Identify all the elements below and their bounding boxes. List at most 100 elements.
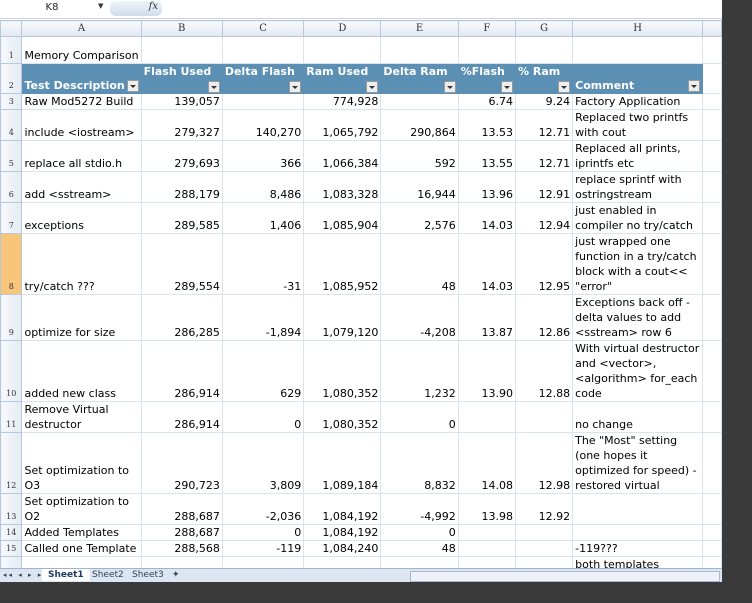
empty-cell[interactable] [702, 401, 722, 433]
row-header-12[interactable]: 12 [0, 432, 23, 494]
table-cell[interactable]: Set optimization to O3 [21, 432, 142, 494]
filter-dropdown-icon[interactable] [501, 81, 514, 93]
empty-cell[interactable] [702, 294, 722, 341]
empty-cell[interactable] [702, 432, 722, 494]
column-header-a[interactable]: A [21, 20, 142, 37]
table-cell[interactable]: 1,084,192 [303, 493, 382, 525]
empty-cell[interactable] [702, 140, 722, 172]
filter-dropdown-icon[interactable] [443, 81, 456, 93]
column-header-h[interactable]: H [572, 20, 704, 37]
table-cell[interactable]: -119??? [572, 540, 704, 557]
insert-sheet-icon[interactable]: ✦ [166, 569, 186, 581]
empty-cell[interactable] [303, 36, 382, 64]
empty-cell[interactable] [515, 36, 574, 64]
table-cell[interactable] [572, 524, 704, 541]
table-cell[interactable]: 13.87 [457, 294, 517, 341]
table-cell[interactable]: 286,914 [140, 401, 223, 433]
filter-dropdown-icon[interactable] [126, 80, 139, 92]
table-cell[interactable]: 774,928 [303, 93, 382, 110]
row-header-7[interactable]: 7 [0, 202, 23, 234]
table-cell[interactable]: 1,406 [221, 202, 305, 234]
empty-cell[interactable] [702, 540, 722, 557]
sheet-tab-3[interactable]: Sheet3 [126, 569, 170, 581]
filter-dropdown-icon[interactable] [688, 80, 701, 92]
table-cell[interactable]: 2,576 [380, 202, 459, 234]
row-header-11[interactable]: 11 [0, 401, 23, 433]
table-cell[interactable]: 6.74 [457, 93, 517, 110]
table-cell[interactable]: Replaced two printfs with cout [572, 109, 704, 141]
table-cell[interactable]: -4,208 [380, 294, 459, 341]
table-cell[interactable] [457, 540, 517, 557]
table-header-cell[interactable]: Test Description [21, 63, 142, 94]
table-cell[interactable]: 13.90 [457, 340, 517, 402]
table-cell[interactable]: 12.98 [515, 432, 574, 494]
table-cell[interactable]: 288,687 [140, 524, 223, 541]
row-header-2[interactable]: 2 [0, 63, 23, 94]
empty-cell[interactable] [457, 36, 517, 64]
table-cell[interactable] [380, 93, 459, 110]
table-cell[interactable]: 289,554 [140, 233, 223, 295]
filter-dropdown-icon[interactable] [366, 81, 379, 93]
name-box[interactable]: K8 [2, 2, 102, 15]
table-cell[interactable]: just enabled in compiler no try/catch [572, 202, 704, 234]
table-cell[interactable]: replace all stdio.h [21, 140, 142, 172]
table-cell[interactable] [515, 524, 574, 541]
table-cell[interactable] [221, 93, 305, 110]
table-cell[interactable]: 13.55 [457, 140, 517, 172]
row-header-15[interactable]: 15 [0, 540, 23, 557]
table-cell[interactable]: 1,085,952 [303, 233, 382, 295]
table-cell[interactable]: replace sprintf with ostringstream [572, 171, 704, 203]
table-cell[interactable]: 48 [380, 233, 459, 295]
table-cell[interactable]: 288,179 [140, 171, 223, 203]
insert-function-button[interactable]: fx [110, 1, 162, 16]
row-header-1[interactable]: 1 [0, 36, 23, 64]
table-cell[interactable]: exceptions [21, 202, 142, 234]
horizontal-scrollbar[interactable] [410, 571, 720, 582]
empty-cell[interactable] [702, 340, 722, 402]
row-header-9[interactable]: 9 [0, 294, 23, 341]
sheet-tab-1[interactable]: Sheet1 [42, 569, 90, 581]
empty-cell[interactable] [702, 171, 722, 203]
table-cell[interactable]: -4,992 [380, 493, 459, 525]
table-cell[interactable]: 12.86 [515, 294, 574, 341]
column-header-e[interactable]: E [380, 20, 459, 37]
table-cell[interactable]: Added Templates [21, 524, 142, 541]
table-cell[interactable]: 279,693 [140, 140, 223, 172]
table-cell[interactable]: Replaced all prints, iprintfs etc [572, 140, 704, 172]
table-cell[interactable]: -119 [221, 540, 305, 557]
table-cell[interactable]: 12.71 [515, 140, 574, 172]
table-cell[interactable]: 1,085,904 [303, 202, 382, 234]
table-cell[interactable] [515, 401, 574, 433]
table-cell[interactable]: The "Most" setting (one hopes it optimiz… [572, 432, 704, 494]
filter-dropdown-icon[interactable] [558, 81, 571, 93]
empty-cell[interactable] [702, 233, 722, 295]
column-header-g[interactable]: G [515, 20, 574, 37]
table-cell[interactable]: 279,327 [140, 109, 223, 141]
table-cell[interactable]: 8,832 [380, 432, 459, 494]
sheet-tab-2[interactable]: Sheet2 [86, 569, 130, 581]
column-header-c[interactable]: C [221, 20, 305, 37]
table-cell[interactable]: 1,079,120 [303, 294, 382, 341]
table-cell[interactable]: 8,486 [221, 171, 305, 203]
column-header-b[interactable]: B [140, 20, 223, 37]
table-cell[interactable]: 16,944 [380, 171, 459, 203]
table-cell[interactable]: 1,065,792 [303, 109, 382, 141]
table-header-cell[interactable]: % Ram [515, 63, 574, 94]
table-cell[interactable]: 0 [380, 524, 459, 541]
table-cell[interactable]: Raw Mod5272 Build [21, 93, 142, 110]
table-cell[interactable]: include <iostream> [21, 109, 142, 141]
table-cell[interactable]: 0 [221, 401, 305, 433]
empty-cell[interactable] [702, 202, 722, 234]
table-cell[interactable]: 286,914 [140, 340, 223, 402]
empty-cell[interactable] [702, 63, 722, 94]
table-cell[interactable]: 288,687 [140, 493, 223, 525]
table-cell[interactable]: 1,232 [380, 340, 459, 402]
empty-cell[interactable] [221, 36, 305, 64]
table-cell[interactable]: 1,084,192 [303, 524, 382, 541]
table-cell[interactable]: 290,864 [380, 109, 459, 141]
table-cell[interactable] [457, 401, 517, 433]
row-header-13[interactable]: 13 [0, 493, 23, 525]
table-cell[interactable] [515, 540, 574, 557]
empty-cell[interactable] [702, 493, 722, 525]
table-cell[interactable]: add <sstream> [21, 171, 142, 203]
